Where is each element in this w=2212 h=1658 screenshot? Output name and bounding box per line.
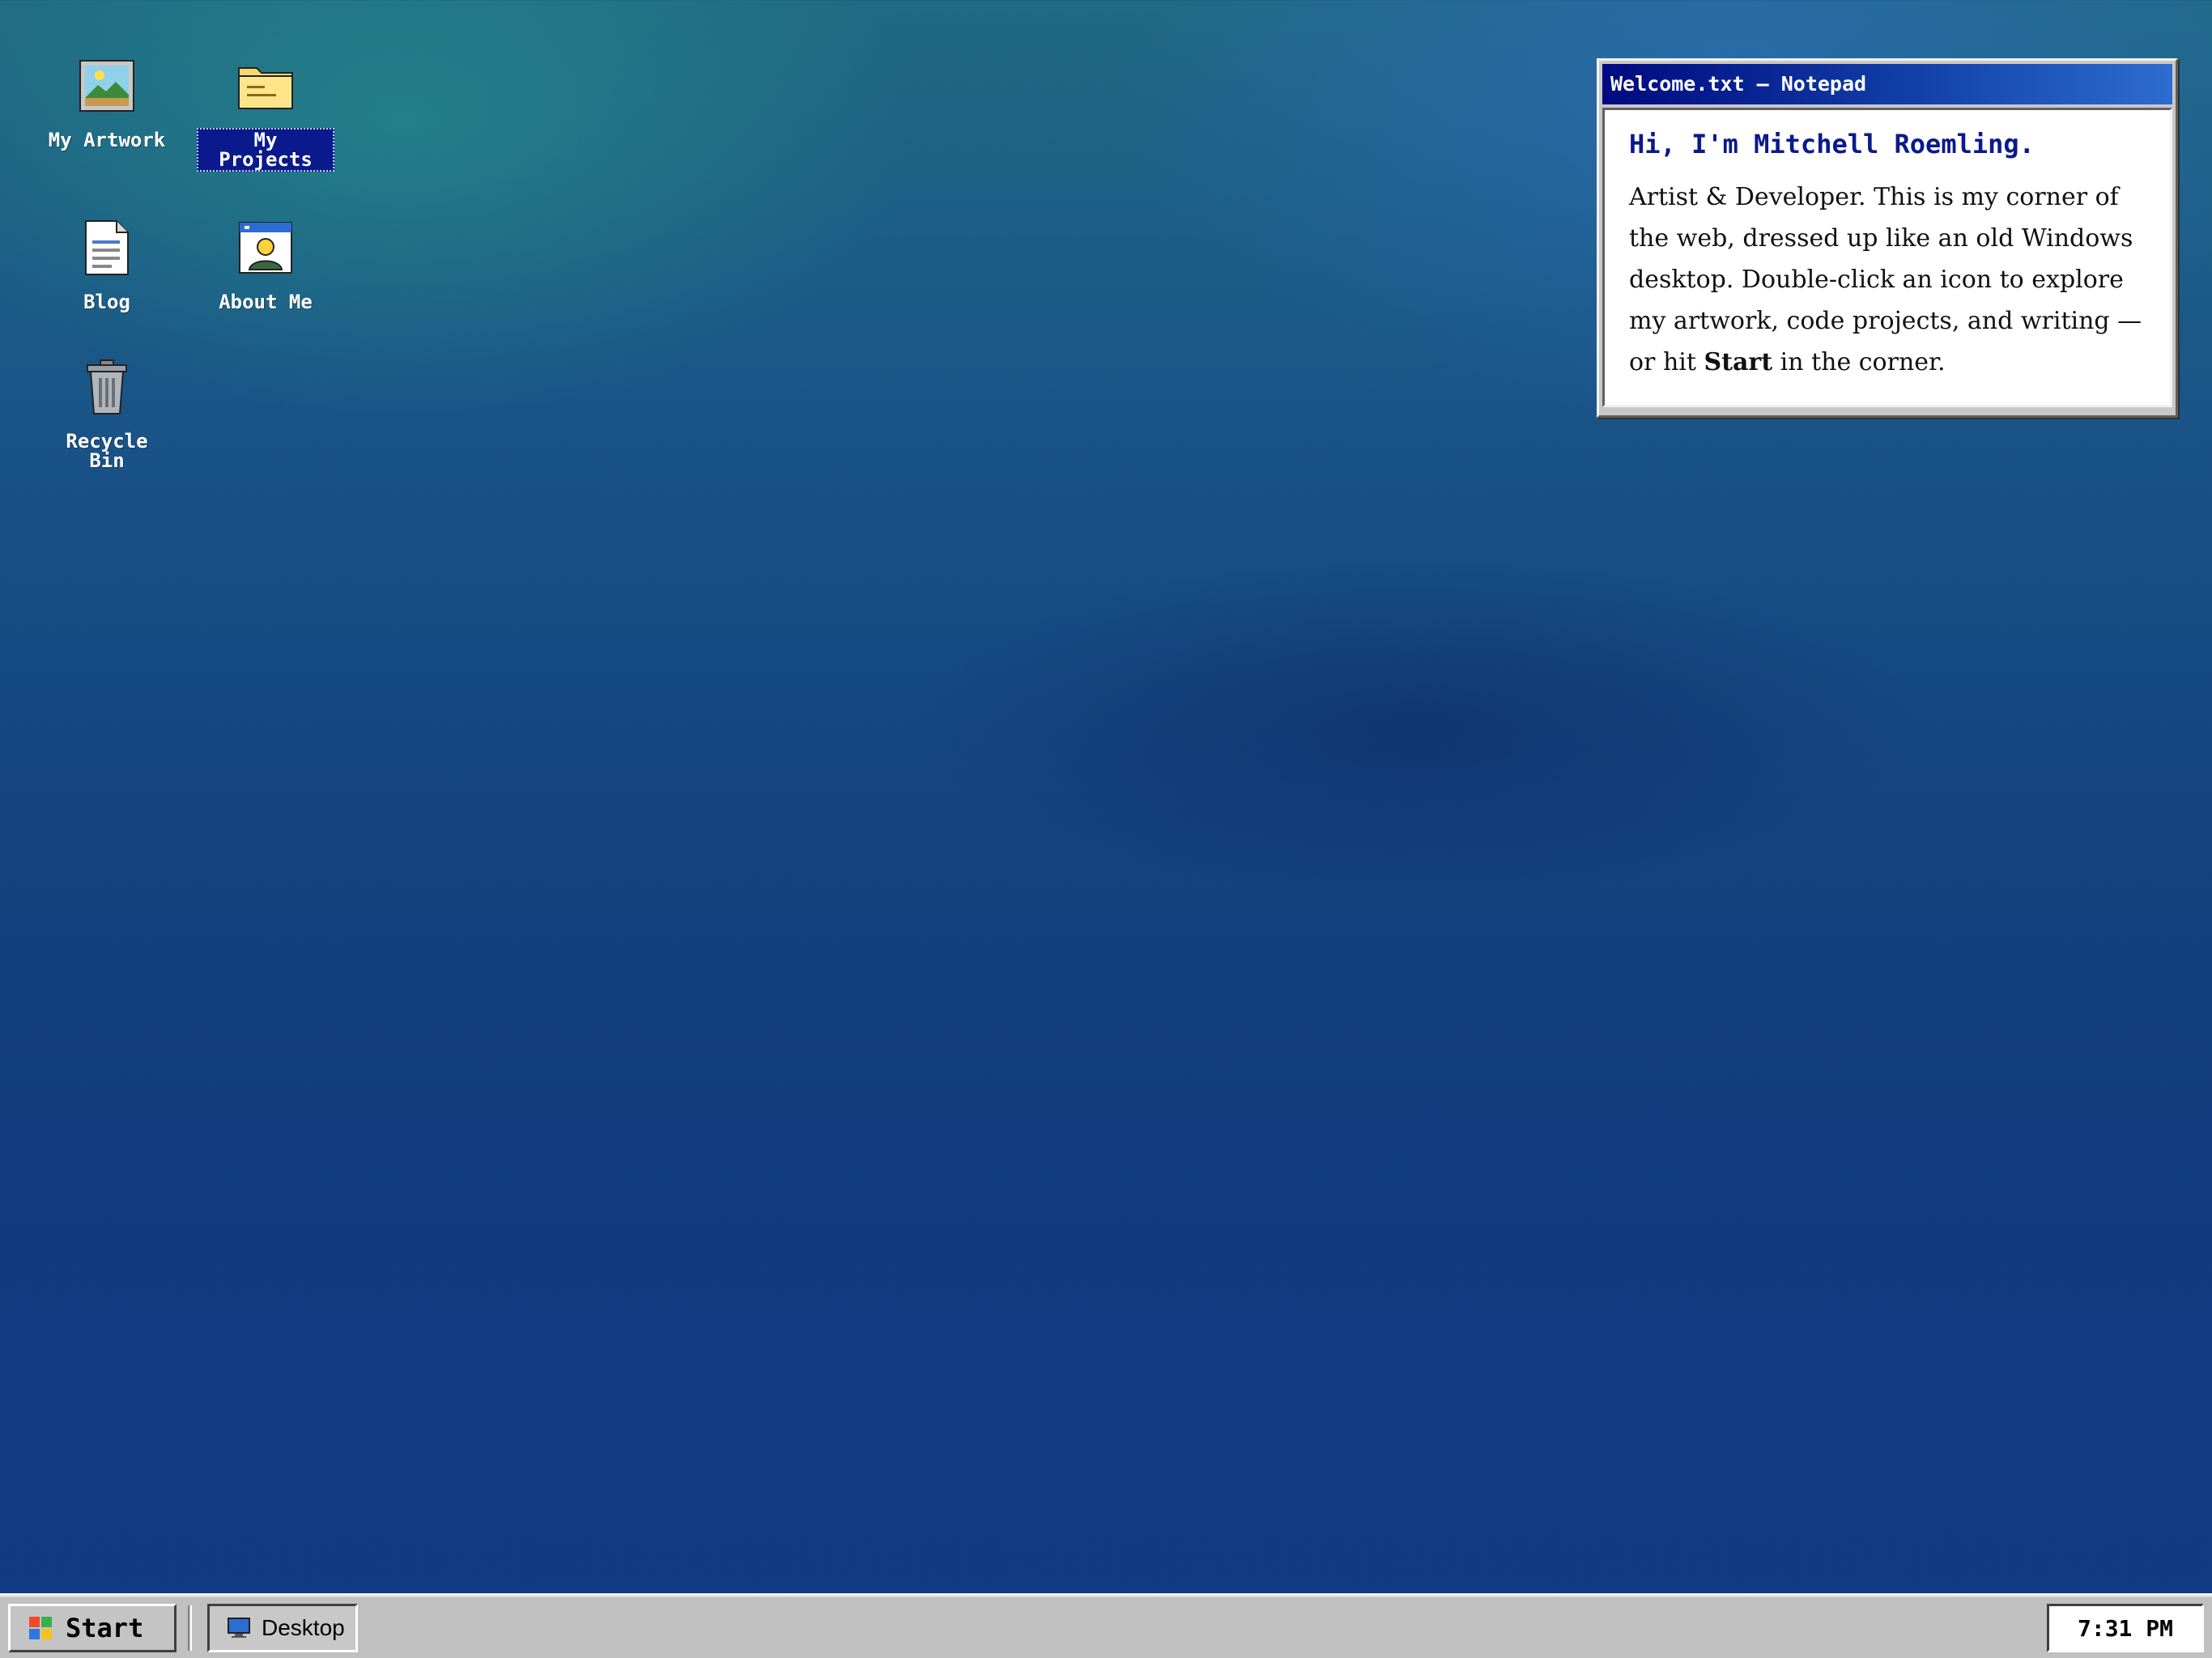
desktop-icon-about-me[interactable]: About Me	[193, 217, 338, 314]
desktop-icon-recycle-bin[interactable]: Recycle Bin	[34, 356, 180, 473]
welcome-start-word: Start	[1704, 348, 1773, 376]
folder-icon	[235, 55, 296, 117]
welcome-heading: Hi, I'm Mitchell Roemling.	[1629, 129, 2035, 159]
start-button[interactable]: Start	[8, 1604, 177, 1652]
taskbar-button-desktop[interactable]: Desktop	[207, 1604, 358, 1652]
desktop-icon-label: My Projects	[197, 128, 334, 172]
notepad-window[interactable]: Welcome.txt — Notepad Hi, I'm Mitchell R…	[1597, 58, 2178, 418]
desktop-icon-my-artwork[interactable]: My Artwork	[34, 55, 180, 152]
windows-logo-icon	[29, 1617, 52, 1639]
desktop-icon-label: Blog	[83, 291, 130, 313]
window-titlebar[interactable]: Welcome.txt — Notepad	[1602, 64, 2172, 104]
welcome-paragraph: Artist & Developer. This is my corner of…	[1629, 176, 2146, 383]
system-clock[interactable]: 7:31 PM	[2047, 1604, 2204, 1652]
desktop-icon-my-projects[interactable]: My Projects	[193, 55, 338, 172]
monitor-icon	[228, 1618, 250, 1638]
desktop-icon-blog[interactable]: Blog	[34, 217, 180, 314]
desktop-icon-label: My Artwork	[48, 129, 166, 151]
trash-icon	[76, 356, 138, 418]
document-icon	[76, 217, 138, 278]
window-body: Hi, I'm Mitchell Roemling. Artist & Deve…	[1602, 108, 2172, 407]
desktop-icon-label: About Me	[219, 291, 313, 313]
taskbar-button-label: Desktop	[262, 1615, 345, 1640]
start-label: Start	[66, 1613, 144, 1643]
welcome-text-tail: in the corner.	[1772, 348, 1946, 376]
taskbar: Start Desktop 7:31 PM	[0, 1593, 2212, 1658]
picture-icon	[76, 55, 138, 117]
contact-card-icon	[235, 217, 296, 278]
taskbar-divider	[188, 1605, 192, 1651]
desktop-icon-label: Recycle Bin	[66, 430, 148, 472]
